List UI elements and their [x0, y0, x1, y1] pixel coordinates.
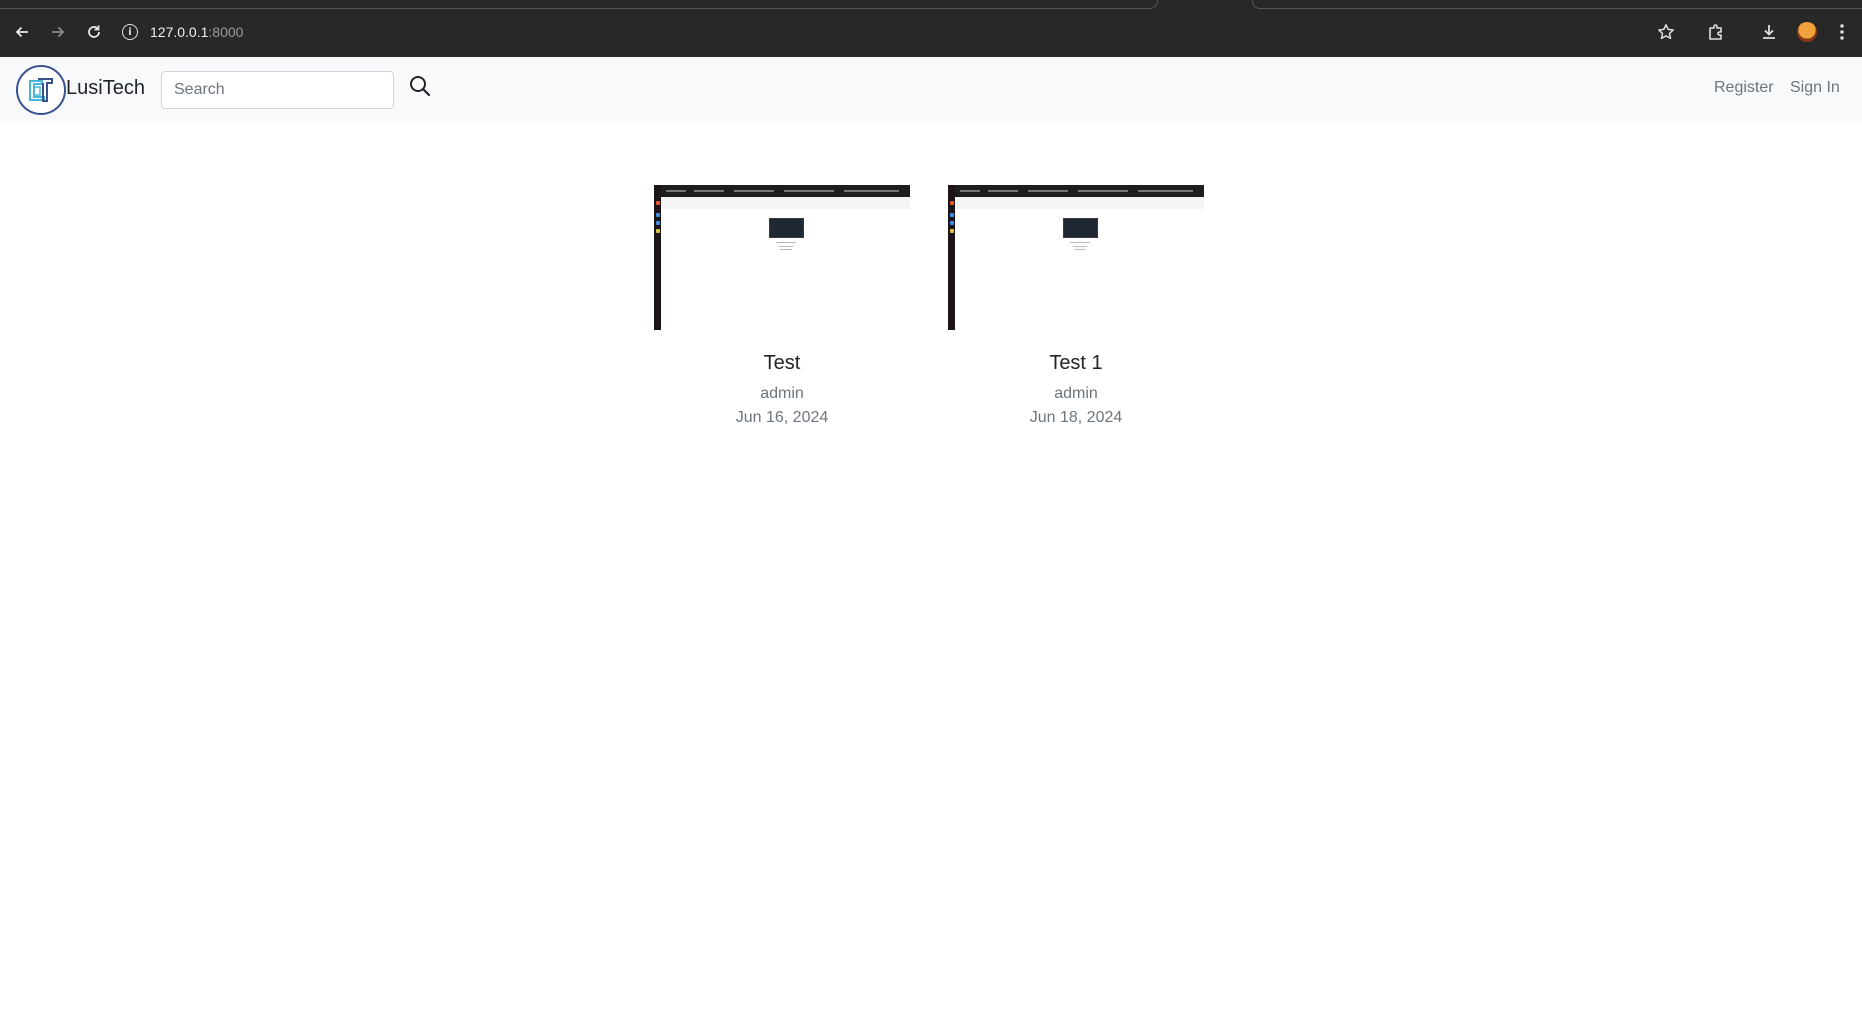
bookmark-star-icon[interactable]: [1654, 20, 1678, 44]
forward-arrow-icon[interactable]: [46, 20, 70, 44]
post-thumbnail[interactable]: [654, 185, 910, 330]
lusitech-logo[interactable]: [16, 65, 66, 115]
post-date: Jun 18, 2024: [1029, 409, 1123, 426]
menu-dots-icon[interactable]: [1830, 20, 1854, 44]
post-title[interactable]: Test: [654, 352, 910, 375]
post-title[interactable]: Test 1: [948, 352, 1204, 375]
search-input[interactable]: [161, 71, 394, 109]
address-bar[interactable]: i 127.0.0.1 :8000: [122, 18, 243, 46]
search-icon[interactable]: [407, 71, 433, 101]
site-info-icon[interactable]: i: [122, 24, 138, 40]
browser-tab[interactable]: [1252, 0, 1862, 9]
post-date: Jun 16, 2024: [735, 409, 829, 426]
register-link[interactable]: Register: [1714, 79, 1774, 97]
signin-link[interactable]: Sign In: [1790, 79, 1840, 97]
reload-icon[interactable]: [82, 20, 106, 44]
url-port: :8000: [208, 24, 244, 40]
post-card[interactable]: Test 1 admin Jun 18, 2024: [948, 185, 1204, 427]
url-host: 127.0.0.1: [150, 24, 209, 40]
post-author: admin: [1054, 385, 1098, 402]
post-thumbnail[interactable]: [948, 185, 1204, 330]
browser-tab[interactable]: [0, 0, 1158, 9]
back-arrow-icon[interactable]: [10, 20, 34, 44]
post-card[interactable]: Test admin Jun 16, 2024: [654, 185, 910, 427]
extensions-icon[interactable]: [1704, 20, 1728, 44]
browser-toolbar: i 127.0.0.1 :8000: [0, 0, 1862, 57]
brand-name[interactable]: LusiTech: [66, 77, 145, 100]
download-icon[interactable]: [1757, 20, 1781, 44]
profile-avatar[interactable]: [1797, 22, 1817, 42]
site-navbar: LusiTech Register Sign In: [0, 57, 1862, 121]
post-author: admin: [760, 385, 804, 402]
